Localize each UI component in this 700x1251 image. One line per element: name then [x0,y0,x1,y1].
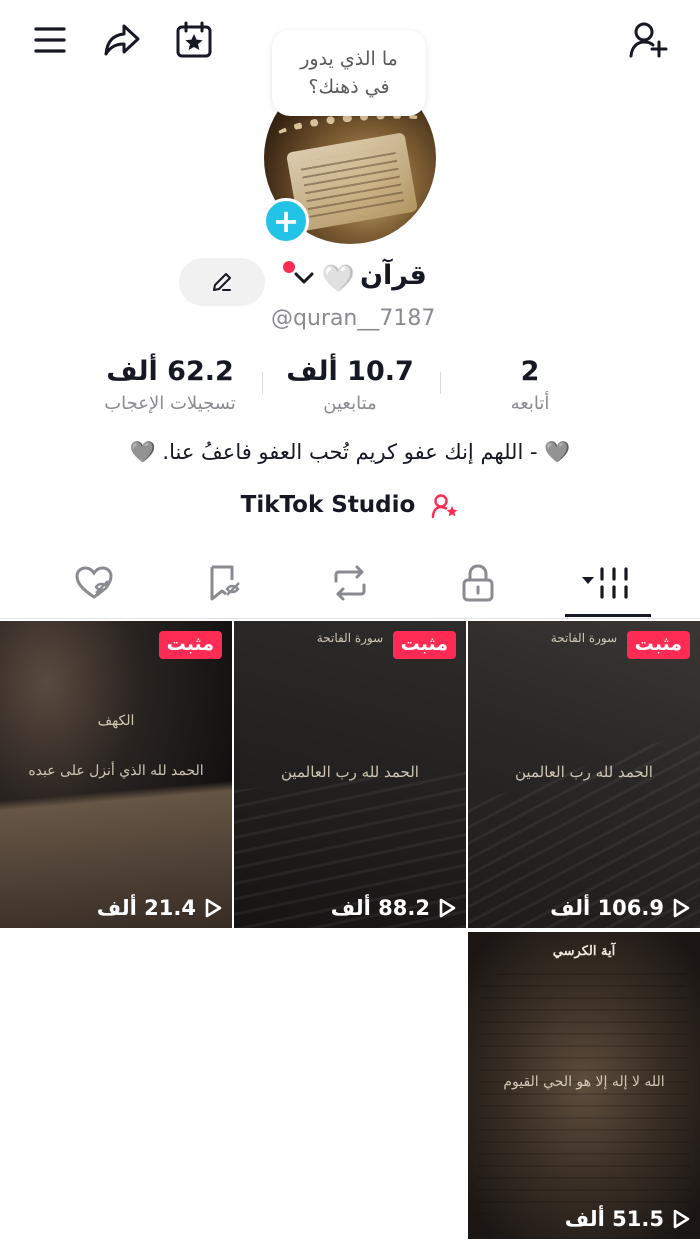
profile-name: قرآن [360,260,427,291]
username-handle: @quran__7187 [271,306,436,331]
add-user-icon[interactable] [626,18,670,62]
calendar-star-icon[interactable] [172,18,216,62]
verse-line: الحمد لله رب العالمين [515,763,653,781]
tab-private[interactable] [448,560,508,606]
verse-line: الحمد لله الذي أنزل على عبده [28,763,204,779]
video-tile[interactable]: سورة الفاتحة الحمد لله رب العالمين مثبت … [234,621,466,928]
bookmark-hidden-icon [210,565,240,601]
followers-count: 10.7 ألف [286,356,414,387]
profile-bio: 🩶 - اللهم إنك عفو كريم تُحب العفو فاعفُ … [129,440,571,464]
view-count: 51.5 ألف [565,1207,690,1231]
view-count-text: 106.9 ألف [550,896,664,920]
play-icon [673,1209,690,1229]
status-bubble[interactable]: ما الذي يدور في ذهنك؟ [272,30,426,116]
add-story-plus-icon[interactable]: + [263,198,309,244]
verse-line: الله لا إله إلا هو الحي القيوم [503,1074,665,1090]
likes-count: 62.2 ألف [106,356,234,387]
play-icon [673,898,690,918]
following-count: 2 [520,356,540,387]
tab-liked[interactable] [64,560,124,606]
play-icon [439,898,456,918]
chevron-down-icon[interactable] [293,270,315,286]
verse-title: آية الكرسي [552,944,616,959]
pinned-badge: مثبت [626,631,690,659]
stat-following[interactable]: 2 أتابعه [430,356,630,414]
view-count-text: 51.5 ألف [564,1207,664,1231]
hamburger-menu-icon[interactable] [28,18,72,62]
share-arrow-icon[interactable] [100,18,144,62]
view-count: 88.2 ألف [331,896,456,920]
view-count: 106.9 ألف [550,896,690,920]
view-count: 21.4 ألف [97,896,222,920]
tab-videos[interactable] [578,560,638,606]
lock-icon [462,564,494,602]
likes-label: تسجيلات الإعجاب [104,393,236,414]
followers-label: متابعين [323,393,377,414]
user-star-icon [432,493,458,518]
pinned-badge: مثبت [158,631,222,659]
videos-grid-icon [582,567,628,599]
pinned-badge: مثبت [392,631,456,659]
studio-label: TikTok Studio [240,492,416,518]
stat-followers[interactable]: 10.7 ألف متابعين [250,356,450,414]
white-heart-emoji: 🤍 [322,264,355,294]
heart-hidden-icon [75,566,113,599]
play-icon [205,898,222,918]
tab-reposts[interactable] [320,560,380,606]
video-tile[interactable]: سورة الفاتحة الحمد لله رب العالمين مثبت … [468,621,700,928]
tiktok-studio-link[interactable]: TikTok Studio [0,492,700,519]
surah-title: الكهف [97,713,135,729]
video-tile[interactable]: الكهف الحمد لله الذي أنزل على عبده مثبت … [0,621,232,928]
following-label: أتابعه [510,393,550,414]
stat-likes[interactable]: 62.2 ألف تسجيلات الإعجاب [70,356,270,414]
view-count-text: 88.2 ألف [330,896,430,920]
pencil-icon [213,273,231,291]
verse-line: الحمد لله رب العالمين [281,763,419,781]
view-count-text: 21.4 ألف [96,896,196,920]
active-tab-indicator [565,614,651,617]
edit-profile-button[interactable] [179,258,265,306]
tab-favorites[interactable] [194,560,254,606]
tabs-divider [0,618,700,619]
repost-icon [334,565,366,601]
video-tile[interactable]: آية الكرسي الله لا إله إلا هو الحي القيو… [468,932,700,1239]
